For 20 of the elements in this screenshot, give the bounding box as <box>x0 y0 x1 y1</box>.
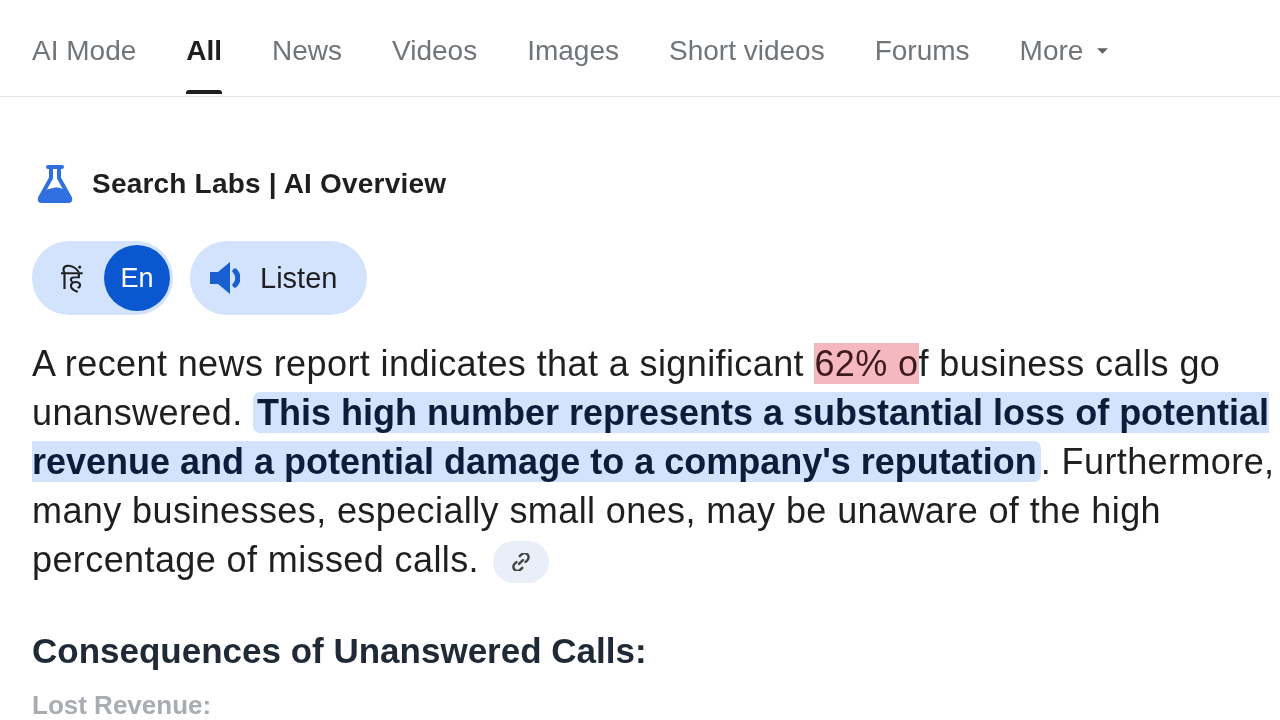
link-icon <box>512 553 531 572</box>
search-tab[interactable]: Videos <box>392 34 478 94</box>
search-tab[interactable]: News <box>272 34 343 94</box>
search-tab[interactable]: Images <box>527 34 619 94</box>
list-item-heading: Lost Revenue: <box>32 693 213 717</box>
search-tab[interactable]: More <box>1019 34 1109 94</box>
language-option[interactable]: हिं <box>38 245 104 311</box>
speaker-icon <box>210 262 240 294</box>
caret-icon <box>1097 48 1109 54</box>
search-tab[interactable]: AI Mode <box>32 34 137 94</box>
search-tab[interactable]: Forums <box>874 34 970 94</box>
language-option[interactable]: En <box>104 245 170 311</box>
flask-icon <box>35 164 75 204</box>
overview-title: Search Labs | AI Overview <box>92 168 447 200</box>
section-heading: Consequences of Unanswered Calls: <box>32 630 648 672</box>
overview-paragraph: A recent news report indicates that a significant 62% of business calls go unanswered. This high number represents a substantial loss of potential revenue and a potential damage to a company's reputation. Furthermore, many businesses, especially small ones, may be unaware of the high percentage of missed calls. <box>32 339 1280 584</box>
search-tab[interactable]: Short videos <box>669 34 825 94</box>
source-link-button[interactable] <box>493 541 550 584</box>
search-tab[interactable]: All <box>186 34 223 94</box>
listen-button[interactable]: Listen <box>190 241 368 315</box>
